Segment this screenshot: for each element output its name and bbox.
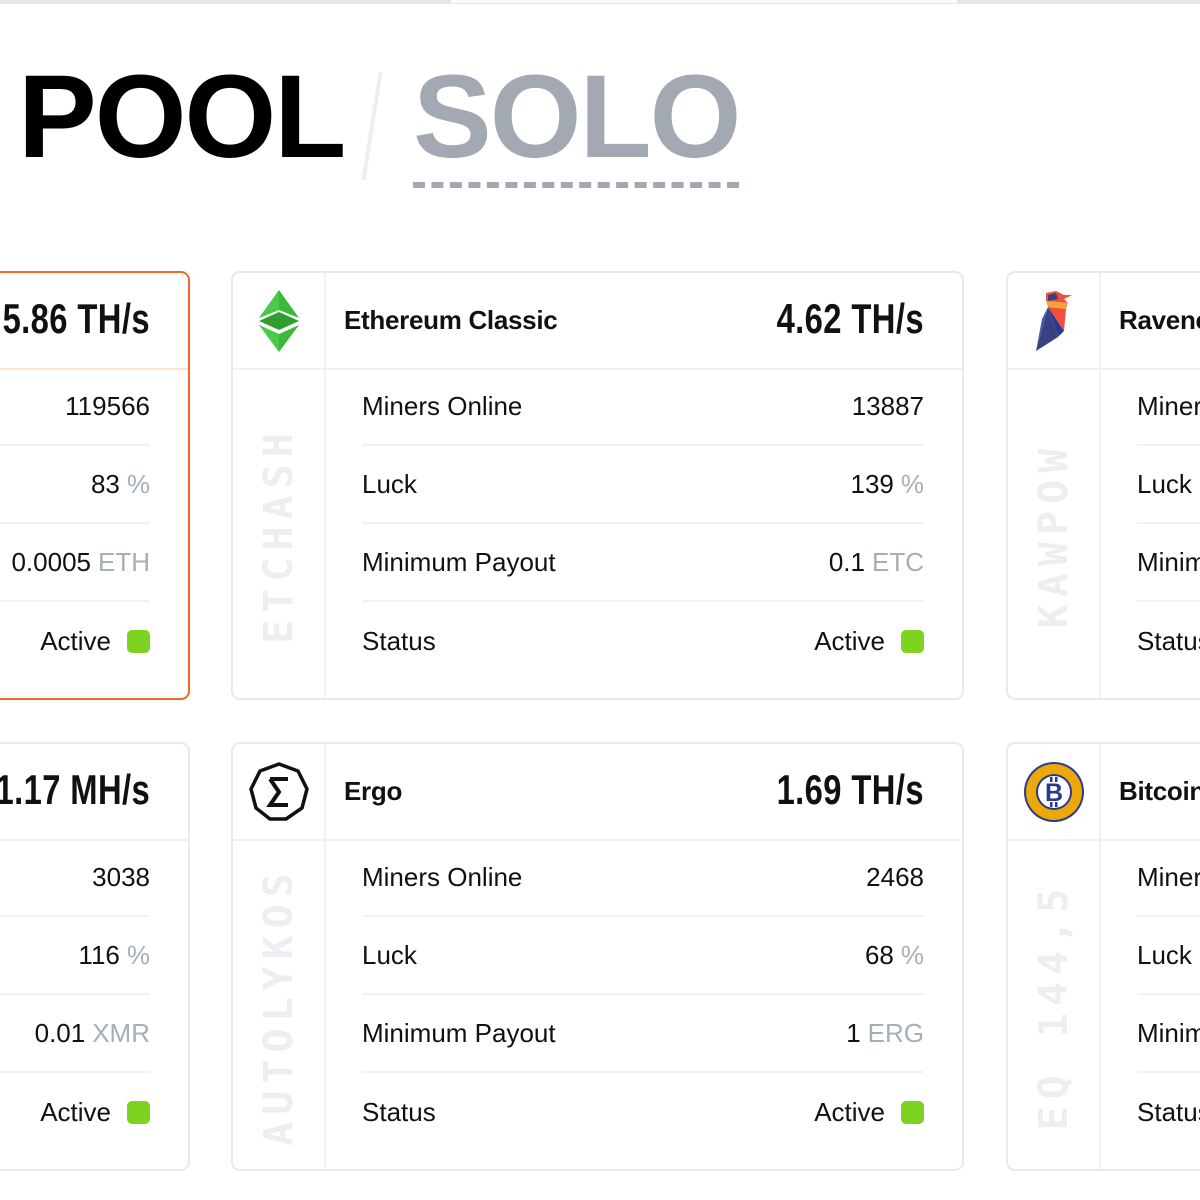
luck-unit: % [900,939,924,970]
algorithm-label: EQ 144,5 [1031,881,1077,1131]
miners-online-value: 2468 [866,861,924,892]
luck-value: 139 [850,468,894,499]
row-luck: Luck 83% [0,446,150,524]
row-min-payout: Minimum Payout 1 ERG [362,995,924,1073]
coin-card-ravencoin[interactable]: Ravencoin KAWPOW Miners Online Luck Mini… [1006,271,1200,700]
row-status: Status [1137,602,1200,680]
row-label: Luck [1137,468,1192,499]
min-payout-value: 1 [846,1017,861,1048]
miners-online-value: 13887 [851,390,924,421]
coin-card-monero[interactable]: 41.17 MH/s Miners Online 3038 Luck 116% … [0,742,190,1171]
luck-unit: % [900,468,924,499]
luck-value: 116 [78,939,120,970]
row-label: Miners Online [1137,390,1200,421]
luck-value: 68 [864,939,894,970]
algorithm-label: AUTOLYKOS [256,866,302,1146]
pool-hashrate: 5.86 TH/s [2,295,150,342]
payout-unit: ETC [872,546,924,577]
row-label: Luck [362,939,417,970]
ravencoin-icon [1035,290,1072,351]
solo-mode-underline [413,182,739,188]
pool-hashrate: 4.62 TH/s [776,295,924,342]
row-status: Status Active [362,1073,924,1151]
row-miners-online: Miners Online 13887 [362,368,924,446]
status-active-indicator [901,1100,924,1124]
miners-online-value: 3038 [92,861,150,892]
min-payout-value: 0.1 [828,546,865,577]
row-luck: Luck [1137,446,1200,524]
luck-unit: % [126,468,150,499]
min-payout-value: 0.0005 [11,546,91,577]
row-miners-online: Miners Online [1137,839,1200,917]
luck-value: 83 [90,468,120,499]
algorithm-label: ETCHASH [256,426,302,644]
row-label: Miners Online [362,390,523,421]
status-value: Active [40,625,111,656]
svg-text:B: B [1044,779,1062,807]
row-min-payout: Minimum Payout 0.0005ETH [0,524,150,602]
coin-name: Ravencoin [1119,305,1200,335]
row-min-payout: Minimum Payout [1137,995,1200,1073]
row-status: Status Active [362,602,924,680]
coin-card-ethereum-classic[interactable]: Ethereum Classic 4.62 TH/s ETCHASH Miner… [231,271,964,700]
payout-unit: XMR [92,1017,150,1048]
status-active-indicator [127,1100,150,1124]
bitcoin-gold-icon: B [1023,761,1084,822]
coin-name: Ergo [344,776,403,806]
status-active-indicator [901,629,924,653]
row-label: Miners Online [362,861,523,892]
payout-unit: ETH [98,546,150,577]
row-min-payout: Minimum Payout 0.1 ETC [362,524,924,602]
status-value: Active [814,1096,885,1127]
row-luck: Luck 139% [362,446,924,524]
row-miners-online: Miners Online 3038 [0,839,150,917]
coin-name: Bitcoin Gold [1119,776,1200,806]
browser-top-bar [0,0,1200,4]
ergo-icon [248,761,309,821]
row-label: Minimum Payout [1137,546,1200,577]
row-min-payout: Minimum Payout [1137,524,1200,602]
row-luck: Luck 116% [0,917,150,995]
row-miners-online: Miners Online 2468 [362,839,924,917]
row-label: Status [1137,625,1200,656]
pool-hashrate: 41.17 MH/s [0,766,150,813]
row-miners-online: Miners Online [1137,368,1200,446]
row-label: Status [362,625,436,656]
row-min-payout: Minimum Payout 0.01XMR [0,995,150,1073]
coin-name: Ethereum Classic [344,305,558,335]
ethereum-classic-icon [258,289,299,352]
coin-card-ethereum[interactable]: 5.86 TH/s Miners Online 119566 Luck 83% … [0,271,190,700]
row-label: Minimum Payout [1137,1017,1200,1048]
solo-mode-tab[interactable]: SOLO [413,58,741,176]
coin-card-bitcoin-gold[interactable]: B Bitcoin Gold EQ 144,5 Miners Online Lu… [1006,742,1200,1171]
row-label: Status [1137,1096,1200,1127]
row-status: Status [1137,1073,1200,1151]
status-value: Active [814,625,885,656]
miners-online-value: 119566 [65,390,150,421]
row-label: Luck [1137,939,1192,970]
row-label: Minimum Payout [362,546,556,577]
row-luck: Luck [1137,917,1200,995]
top-tab-segment [449,0,959,3]
status-value: Active [40,1096,111,1127]
algorithm-label: KAWPOW [1031,441,1077,629]
mode-separator [361,72,383,180]
row-status: Status Active [0,602,150,680]
payout-unit: ERG [867,1017,924,1048]
row-label: Minimum Payout [362,1017,556,1048]
luck-unit: % [126,939,150,970]
row-status: Status Active [0,1073,150,1151]
row-label: Status [362,1096,436,1127]
row-luck: Luck 68% [362,917,924,995]
coin-card-ergo[interactable]: Ergo 1.69 TH/s AUTOLYKOS Miners Online 2… [231,742,964,1171]
status-active-indicator [127,629,150,653]
pool-mode-tab[interactable]: POOL [18,58,346,176]
pool-hashrate: 1.69 TH/s [776,766,924,813]
row-label: Miners Online [1137,861,1200,892]
row-miners-online: Miners Online 119566 [0,368,150,446]
min-payout-value: 0.01 [34,1017,86,1048]
row-label: Luck [362,468,417,499]
